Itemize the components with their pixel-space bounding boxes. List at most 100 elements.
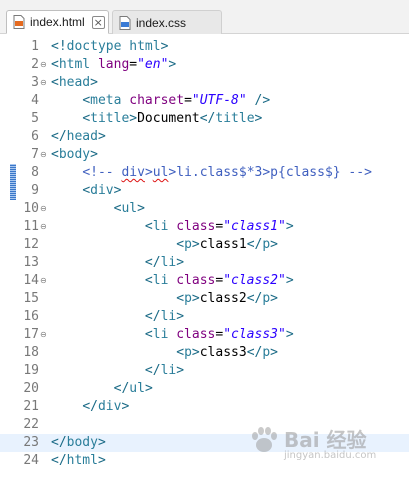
line-number: 18: [23, 345, 39, 360]
code-line[interactable]: 17 ⊖ <li class="class3">: [0, 326, 409, 344]
code-line[interactable]: 4 <meta charset="UTF-8" />: [0, 92, 409, 110]
code-token: p: [184, 237, 192, 252]
code-line[interactable]: 5 <title>Document</title>: [0, 110, 409, 128]
code-editor[interactable]: 1 <!doctype html> 2 ⊖ <html lang="en"> 3 ⊖ <hea…: [0, 34, 409, 486]
code-token: <: [176, 345, 185, 360]
code-token: p: [184, 345, 192, 360]
fold-toggle-icon[interactable]: ⊖: [40, 331, 47, 339]
code-line[interactable]: 1 <!doctype html>: [0, 38, 409, 56]
code-token: class2: [199, 291, 247, 306]
code-token: head: [66, 129, 98, 144]
code-token: <: [51, 75, 59, 90]
paw-logo-icon: [252, 427, 277, 452]
code-token: li: [160, 363, 177, 378]
code-line[interactable]: 21 </div>: [0, 398, 409, 416]
code-token: </: [144, 363, 161, 378]
code-token: "class3": [223, 327, 286, 342]
code-line[interactable]: 9 <div>: [0, 182, 409, 200]
code-text: <li class="class2">: [51, 272, 294, 290]
code-line[interactable]: 7 ⊖ <body>: [0, 146, 409, 164]
code-text: <p>class2</p>: [51, 290, 278, 308]
code-token: <: [144, 219, 153, 234]
code-token: >: [129, 111, 138, 126]
code-token: >: [191, 237, 200, 252]
close-icon[interactable]: ×: [91, 15, 105, 29]
code-line[interactable]: 8 <!-- div>ul>li.class$*3>p{class$} -->: [0, 164, 409, 182]
code-token: >: [270, 345, 278, 360]
line-number: 6: [31, 129, 39, 144]
code-text: </div>: [51, 398, 129, 416]
code-token: >: [270, 291, 278, 306]
code-token: >: [97, 129, 106, 144]
code-line[interactable]: 15 <p>class2</p>: [0, 290, 409, 308]
code-line[interactable]: 12 <p>class1</p>: [0, 236, 409, 254]
code-line[interactable]: 11 ⊖ <li class="class1">: [0, 218, 409, 236]
tab-index-html[interactable]: index.html ×: [6, 10, 109, 34]
code-token: </: [51, 435, 67, 450]
code-text: <!-- div>ul>li.class$*3>p{class$} -->: [51, 164, 372, 182]
watermark: Bai 经验 jingyan.baidu.com: [248, 420, 406, 480]
fold-toggle-icon[interactable]: ⊖: [40, 151, 47, 159]
code-token: li: [152, 273, 177, 288]
code-line[interactable]: 6 </head>: [0, 128, 409, 146]
code-token: p: [262, 291, 271, 306]
code-token: <: [144, 273, 153, 288]
code-token: ul: [152, 165, 169, 180]
code-token: >: [113, 183, 122, 198]
code-text: <!doctype html>: [51, 38, 168, 56]
code-token: <!--: [82, 165, 122, 180]
code-token: html: [58, 57, 98, 72]
code-token: >: [144, 165, 153, 180]
code-text: <p>class1</p>: [51, 236, 278, 254]
code-line[interactable]: 13 </li>: [0, 254, 409, 272]
code-line[interactable]: 20 </ul>: [0, 380, 409, 398]
code-token: >: [285, 327, 294, 342]
fold-toggle-icon[interactable]: ⊖: [40, 205, 47, 213]
code-line[interactable]: 2 ⊖ <html lang="en">: [0, 56, 409, 74]
tab-index-css[interactable]: index.css: [112, 10, 222, 34]
code-token: >: [191, 291, 200, 306]
css-file-icon: [119, 15, 131, 30]
code-token: title: [215, 111, 255, 126]
line-number: 15: [23, 291, 39, 306]
line-number: 11: [23, 219, 39, 234]
code-token: <: [176, 237, 185, 252]
code-token: >: [191, 345, 200, 360]
tab-label: index.html: [30, 15, 85, 29]
line-number: 9: [31, 183, 39, 198]
code-token: <: [144, 327, 153, 342]
code-text: </head>: [51, 128, 106, 146]
fold-toggle-icon[interactable]: ⊖: [40, 223, 47, 231]
code-line[interactable]: 19 </li>: [0, 362, 409, 380]
code-token: >: [144, 381, 153, 396]
code-line[interactable]: 18 <p>class3</p>: [0, 344, 409, 362]
line-number: 13: [23, 255, 39, 270]
code-token: ul: [121, 201, 138, 216]
code-token: class1: [199, 237, 247, 252]
code-token: >: [176, 363, 185, 378]
line-number: 5: [31, 111, 39, 126]
fold-toggle-icon[interactable]: ⊖: [40, 79, 47, 87]
code-token: </: [144, 309, 161, 324]
code-text: <body>: [51, 146, 98, 164]
code-line[interactable]: 16 </li>: [0, 308, 409, 326]
code-token: body: [66, 435, 98, 450]
code-line[interactable]: 3 ⊖ <head>: [0, 74, 409, 92]
code-token: lang: [97, 57, 130, 72]
code-token: >: [176, 255, 185, 270]
code-token: div: [97, 399, 122, 414]
fold-toggle-icon[interactable]: ⊖: [40, 277, 47, 285]
code-line[interactable]: 10 ⊖ <ul>: [0, 200, 409, 218]
code-token: "en": [137, 57, 169, 72]
code-line[interactable]: 14 ⊖ <li class="class2">: [0, 272, 409, 290]
code-text: <li class="class1">: [51, 218, 294, 236]
fold-toggle-icon[interactable]: ⊖: [40, 61, 47, 69]
